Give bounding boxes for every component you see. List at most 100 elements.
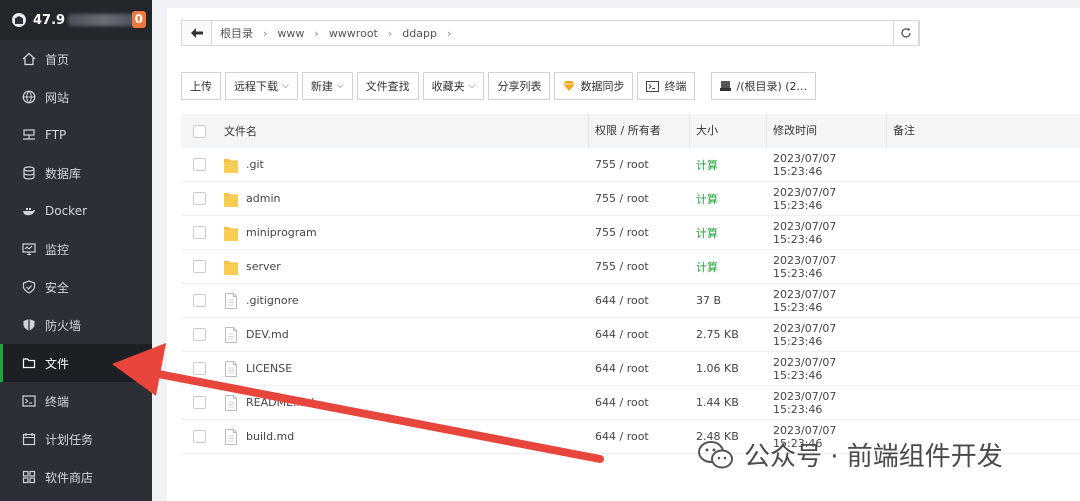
- favorites-label: 收藏夹: [431, 80, 465, 93]
- file-name[interactable]: miniprogram: [246, 226, 317, 239]
- sidebar-item-label: 计划任务: [45, 432, 94, 447]
- file-perm[interactable]: 755 / root: [588, 192, 689, 205]
- folder-icon: [224, 225, 238, 241]
- sidebar-item-8[interactable]: 文件: [0, 344, 152, 382]
- file-mtime: 2023/07/07 15:23:46: [773, 355, 837, 382]
- chevron-down-icon: ⌵: [336, 81, 344, 91]
- file-perm[interactable]: 644 / root: [588, 430, 689, 443]
- file-size[interactable]: 计算: [689, 225, 766, 241]
- file-name[interactable]: LICENSE: [246, 362, 292, 375]
- sidebar-item-9[interactable]: 终端: [0, 382, 152, 420]
- refresh-button[interactable]: [893, 20, 919, 46]
- header-size[interactable]: 大小: [689, 114, 766, 148]
- header-perm[interactable]: 权限 / 所有者: [588, 114, 689, 148]
- row-checkbox[interactable]: [193, 430, 206, 443]
- sidebar-item-3[interactable]: 数据库: [0, 154, 152, 192]
- row-checkbox[interactable]: [193, 396, 206, 409]
- sidebar-item-label: Docker: [45, 204, 88, 218]
- file-toolbar: 上传 远程下载 ⌵ 新建 ⌵ 文件查找 收藏夹 ⌵ 分享列表 数据同步 终端 /(根目…: [181, 72, 820, 100]
- row-checkbox[interactable]: [193, 192, 206, 205]
- sidebar-item-0[interactable]: 首页: [0, 40, 152, 78]
- docker-icon: [22, 204, 36, 218]
- table-row[interactable]: README.md 644 / root 1.44 KB 2023/07/07 15:…: [181, 386, 1080, 420]
- ip-redacted-blur: [68, 14, 141, 26]
- file-name[interactable]: server: [246, 260, 281, 273]
- notification-badge[interactable]: 0: [131, 11, 146, 28]
- folder-icon: [224, 191, 238, 207]
- breadcrumb-item[interactable]: ddapp ›: [394, 27, 451, 40]
- file-name[interactable]: README.md: [246, 396, 314, 409]
- sidebar-item-4[interactable]: Docker: [0, 192, 152, 230]
- file-name[interactable]: build.md: [246, 430, 294, 443]
- terminal-icon: [646, 80, 660, 92]
- table-row[interactable]: .git 755 / root 计算 2023/07/07 15:23:46: [181, 148, 1080, 182]
- upload-button[interactable]: 上传: [181, 72, 221, 100]
- file-size: 1.06 KB: [696, 362, 739, 375]
- share-list-button[interactable]: 分享列表: [488, 72, 551, 100]
- breadcrumb-item[interactable]: wwwroot ›: [321, 27, 392, 40]
- sidebar-item-label: 防火墙: [45, 318, 82, 333]
- new-button[interactable]: 新建 ⌵: [301, 72, 353, 100]
- sidebar-item-1[interactable]: 网站: [0, 78, 152, 116]
- breadcrumb-item[interactable]: www ›: [269, 27, 318, 40]
- file-perm[interactable]: 755 / root: [588, 260, 689, 273]
- breadcrumb-label: 根目录: [220, 27, 253, 40]
- back-button[interactable]: [182, 21, 212, 45]
- table-row[interactable]: .gitignore 644 / root 37 B 2023/07/07 15:23…: [181, 284, 1080, 318]
- table-row[interactable]: admin 755 / root 计算 2023/07/07 15:23:46: [181, 182, 1080, 216]
- sidebar-item-7[interactable]: 防火墙: [0, 306, 152, 344]
- table-row[interactable]: LICENSE 644 / root 1.06 KB 2023/07/07 15:23…: [181, 352, 1080, 386]
- row-checkbox[interactable]: [193, 260, 206, 273]
- server-ip: 47.9: [33, 12, 66, 28]
- terminal-button[interactable]: 终端: [637, 72, 696, 100]
- disk-select-button[interactable]: /(根目录) (2...: [711, 72, 817, 100]
- row-checkbox[interactable]: [193, 226, 206, 239]
- sidebar-item-2[interactable]: FTP: [0, 116, 152, 154]
- select-all-checkbox[interactable]: [193, 124, 206, 138]
- file-name[interactable]: DEV.md: [246, 328, 289, 341]
- chevron-right-icon: ›: [314, 26, 319, 40]
- file-name[interactable]: .gitignore: [246, 294, 299, 307]
- file-name[interactable]: admin: [246, 192, 280, 205]
- header-time[interactable]: 修改时间: [766, 114, 886, 148]
- table-row[interactable]: DEV.md 644 / root 2.75 KB 2023/07/07 15:23:…: [181, 318, 1080, 352]
- sidebar-item-10[interactable]: 计划任务: [0, 420, 152, 458]
- database-icon: [22, 166, 36, 180]
- table-row[interactable]: miniprogram 755 / root 计算 2023/07/07 15:23:…: [181, 216, 1080, 250]
- row-checkbox[interactable]: [193, 294, 206, 307]
- chevron-right-icon: ›: [387, 26, 393, 40]
- file-search-label: 文件查找: [365, 80, 410, 93]
- file-perm[interactable]: 644 / root: [588, 328, 689, 341]
- file-perm[interactable]: 644 / root: [588, 396, 689, 409]
- file-mtime: 2023/07/07 15:23:46: [773, 287, 837, 314]
- arrow-left-icon: [190, 28, 203, 38]
- sidebar-item-5[interactable]: 监控: [0, 230, 152, 268]
- sidebar-item-label: 终端: [45, 394, 70, 409]
- server-brand[interactable]: 47.9 0: [0, 0, 152, 40]
- file-perm[interactable]: 644 / root: [588, 294, 689, 307]
- path-bar[interactable]: 根目录 › www › wwwroot › ddapp ›: [181, 20, 920, 46]
- file-perm[interactable]: 644 / root: [588, 362, 689, 375]
- file-size[interactable]: 计算: [689, 157, 766, 173]
- breadcrumb-item[interactable]: 根目录 ›: [212, 25, 267, 41]
- file-name[interactable]: .git: [246, 158, 264, 171]
- row-checkbox[interactable]: [193, 362, 206, 375]
- favorites-button[interactable]: 收藏夹 ⌵: [422, 72, 485, 100]
- table-row[interactable]: server 755 / root 计算 2023/07/07 15:23:46: [181, 250, 1080, 284]
- file-mtime: 2023/07/07 15:23:46: [773, 321, 837, 348]
- file-perm[interactable]: 755 / root: [588, 158, 689, 171]
- terminal-label: 终端: [664, 80, 687, 93]
- row-checkbox[interactable]: [193, 158, 206, 171]
- remote-download-label: 远程下载: [234, 80, 278, 93]
- file-search-button[interactable]: 文件查找: [356, 72, 419, 100]
- file-size[interactable]: 计算: [689, 259, 766, 275]
- sidebar-item-11[interactable]: 软件商店: [0, 458, 152, 496]
- file-perm[interactable]: 755 / root: [588, 226, 689, 239]
- data-sync-button[interactable]: 数据同步: [554, 72, 634, 100]
- header-name[interactable]: 文件名: [224, 123, 588, 139]
- header-note: 备注: [886, 114, 1080, 148]
- remote-download-button[interactable]: 远程下载 ⌵: [225, 72, 298, 100]
- file-size[interactable]: 计算: [689, 191, 766, 207]
- row-checkbox[interactable]: [193, 328, 206, 341]
- sidebar-item-6[interactable]: 安全: [0, 268, 152, 306]
